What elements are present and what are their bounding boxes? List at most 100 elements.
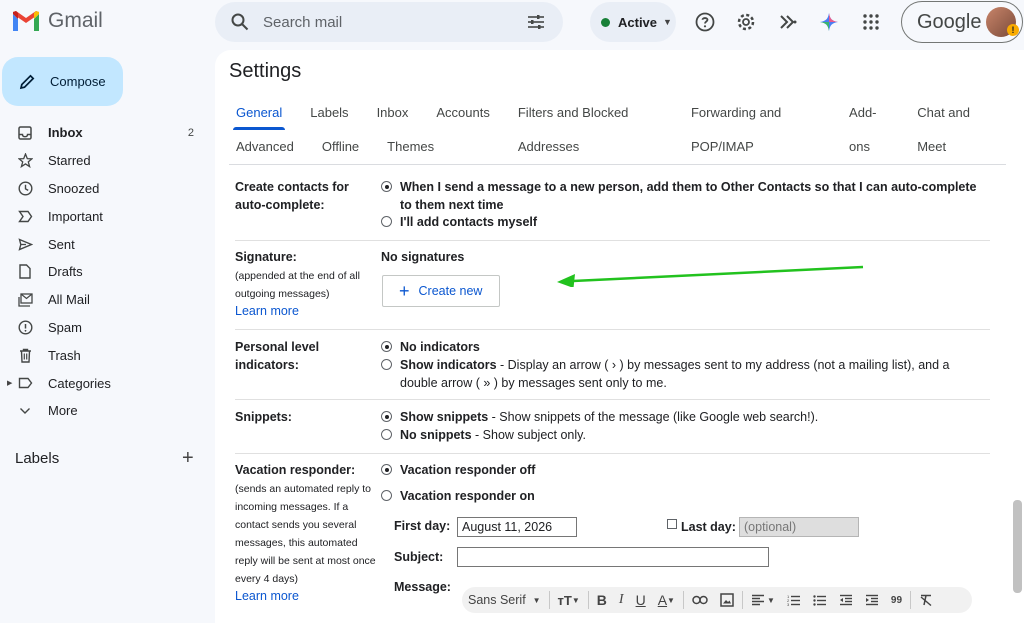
top-bar: Gmail Search mail Active ▼ Google ! [0,0,1024,46]
tab-add-ons[interactable]: Add-ons [842,96,896,154]
radio-unselected[interactable] [381,490,392,501]
font-name: Sans Serif [468,593,526,607]
snippets-option-show[interactable]: Show snippets - Show snippets of the mes… [381,409,981,427]
signature-subtext: (appended at the end of all outgoing mes… [235,269,360,300]
radio-unselected[interactable] [381,429,392,440]
sidebar-item-categories[interactable]: ▶ Categories [0,369,214,397]
font-size-icon[interactable]: тT ▼ [558,587,580,613]
remove-formatting-icon[interactable] [919,587,933,613]
tab-general[interactable]: General [229,96,289,130]
bold-icon[interactable]: B [597,587,607,613]
bulleted-list-icon[interactable] [813,587,827,613]
quote-icon[interactable]: 99 [891,587,902,613]
radio-selected[interactable] [381,341,392,352]
sidebar-item-more[interactable]: More [0,397,214,425]
snippets-option-none[interactable]: No snippets - Show subject only. [381,427,981,445]
indicators-option-show[interactable]: Show indicators - Display an arrow ( › )… [381,357,981,392]
tab-offline[interactable]: Offline [315,130,366,164]
signature-label: Signature: [235,250,297,264]
vacation-subtext: (sends an automated reply to incoming me… [235,482,376,585]
expand-caret-icon[interactable]: ▶ [7,379,12,387]
scrollbar[interactable] [1013,500,1022,593]
sidebar-item-all-mail[interactable]: All Mail [0,286,214,314]
tab-chat-meet[interactable]: Chat and Meet [910,96,995,154]
font-selector[interactable]: Sans Serif ▼ [468,587,541,613]
radio-unselected[interactable] [381,216,392,227]
italic-icon[interactable]: I [619,587,624,613]
section-signature: Signature: (appended at the end of all o… [235,249,990,327]
link-icon[interactable] [692,587,708,613]
sidebar-item-label: Inbox [48,125,83,141]
tab-filters[interactable]: Filters and Blocked Addresses [511,96,670,154]
indent-more-icon[interactable] [865,587,879,613]
gemini-icon[interactable] [818,11,840,33]
subject-input[interactable] [457,547,769,567]
contacts-option-auto[interactable]: When I send a message to a new person, a… [381,179,981,214]
tabs-divider [229,164,1006,165]
vacation-option-off[interactable]: Vacation responder off [381,462,981,480]
last-day-checkbox[interactable] [667,519,677,529]
google-apps-grid-icon[interactable] [860,11,882,33]
clock-icon [17,180,33,196]
google-account-button[interactable]: Google ! [901,1,1023,43]
contacts-option-manual[interactable]: I'll add contacts myself [381,214,981,232]
option-text-bold: Show snippets [400,410,489,424]
sidebar-item-label: Snoozed [48,180,100,196]
sidebar-item-inbox[interactable]: Inbox 2 [0,119,214,147]
create-label-plus-icon[interactable]: + [182,448,194,468]
indicators-option-none[interactable]: No indicators [381,339,981,357]
learn-more-link[interactable]: Learn more [235,304,299,318]
sidebar-item-spam[interactable]: Spam [0,314,214,342]
option-text: When I send a message to a new person, a… [400,180,977,212]
last-day-input[interactable]: (optional) [739,517,859,537]
sidebar-nav: Inbox 2 Starred Snoozed Important Sent D… [0,119,214,425]
radio-selected[interactable] [381,181,392,192]
underline-icon[interactable]: U [636,587,646,613]
radio-selected[interactable] [381,464,392,475]
tab-advanced[interactable]: Advanced [229,130,301,164]
tab-accounts[interactable]: Accounts [429,96,496,130]
status-selector[interactable]: Active ▼ [590,2,676,42]
align-icon[interactable]: ▼ [751,587,775,613]
sidebar-item-trash[interactable]: Trash [0,341,214,369]
tab-inbox[interactable]: Inbox [370,96,416,130]
tab-forwarding[interactable]: Forwarding and POP/IMAP [684,96,828,154]
search-input[interactable]: Search mail [263,14,342,31]
learn-more-link[interactable]: Learn more [235,589,299,603]
sidebar-item-drafts[interactable]: Drafts [0,258,214,286]
radio-unselected[interactable] [381,359,392,370]
message-label: Message: [394,580,451,594]
vacation-option-on[interactable]: Vacation responder on [381,488,981,506]
sidebar-item-important[interactable]: Important [0,202,214,230]
star-icon [17,153,33,169]
apps-script-icon[interactable] [777,11,799,33]
text-color-icon[interactable]: A ▼ [658,587,675,613]
create-new-signature-button[interactable]: + Create new [382,275,500,307]
option-text: Vacation responder off [400,463,536,477]
indent-less-icon[interactable] [839,587,853,613]
settings-gear-icon[interactable] [735,11,757,33]
radio-selected[interactable] [381,411,392,422]
search-options-icon[interactable] [527,13,545,31]
sidebar-item-snoozed[interactable]: Snoozed [0,175,214,203]
status-dot [601,17,610,27]
first-day-input[interactable]: August 11, 2026 [457,517,577,537]
help-icon[interactable] [694,11,716,33]
option-text-bold: Show indicators [400,358,497,372]
gmail-logo[interactable]: Gmail [12,9,103,33]
search-icon[interactable] [231,13,249,31]
indicators-label: Personal level indicators: [235,340,320,372]
sidebar-item-label: Spam [48,319,82,335]
tab-labels[interactable]: Labels [303,96,355,130]
sidebar-item-label: More [48,403,78,419]
compose-button[interactable]: Compose [2,57,123,106]
sidebar-item-starred[interactable]: Starred [0,147,214,175]
tab-row-1: General Labels Inbox Accounts Filters an… [229,96,1009,154]
tab-themes[interactable]: Themes [380,130,441,164]
tab-row-2: Advanced Offline Themes [229,130,1009,164]
numbered-list-icon[interactable]: 123 [787,587,801,613]
insert-image-icon[interactable] [720,587,734,613]
search-bar[interactable]: Search mail [215,2,563,42]
sidebar-item-sent[interactable]: Sent [0,230,214,258]
toolbar-divider [682,591,684,609]
